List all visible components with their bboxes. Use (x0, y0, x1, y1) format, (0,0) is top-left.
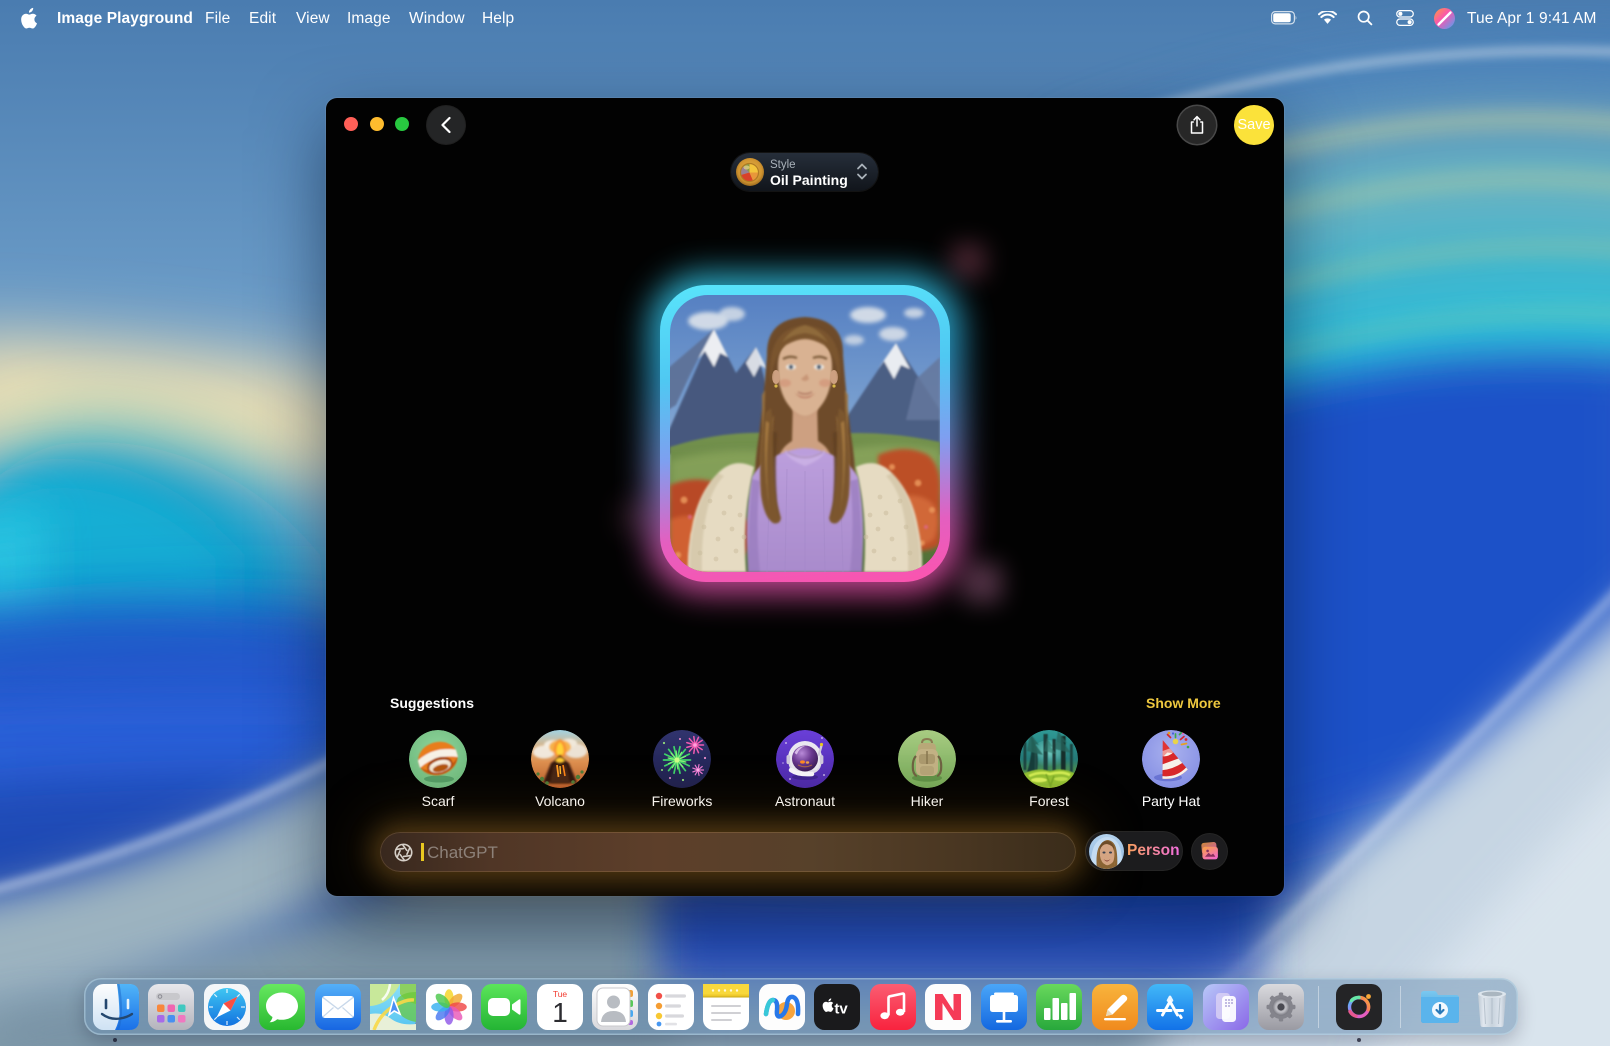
svg-text:1: 1 (552, 997, 568, 1028)
svg-text:tv: tv (834, 1001, 848, 1018)
